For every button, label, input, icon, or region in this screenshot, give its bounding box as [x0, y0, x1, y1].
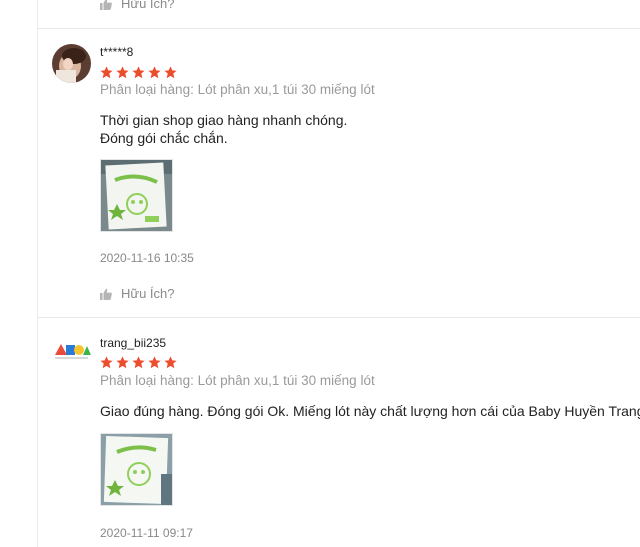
- star-icon: [100, 356, 113, 369]
- star-rating: [100, 66, 177, 79]
- review-divider: [37, 28, 640, 29]
- product-variation: Phân loại hàng: Lót phân xu,1 túi 30 miế…: [100, 373, 375, 388]
- star-icon: [116, 66, 129, 79]
- left-border: [37, 0, 38, 547]
- colorful-shapes-logo-avatar-icon: [52, 333, 91, 372]
- star-icon: [132, 356, 145, 369]
- star-icon: [164, 66, 177, 79]
- review-username[interactable]: trang_bii235: [100, 336, 166, 350]
- helpful-button-previous[interactable]: Hữu Ích?: [100, 0, 175, 11]
- review-photo-thumbnail[interactable]: [100, 433, 173, 506]
- thumbs-up-icon: [100, 0, 112, 10]
- star-icon: [148, 66, 161, 79]
- star-icon: [132, 66, 145, 79]
- user-avatar[interactable]: [52, 44, 91, 83]
- product-photo-icon: [101, 434, 172, 505]
- review-divider: [37, 317, 640, 318]
- star-icon: [100, 66, 113, 79]
- star-icon: [116, 356, 129, 369]
- star-icon: [148, 356, 161, 369]
- review-comment: Giao đúng hàng. Đóng gói Ok. Miếng lót n…: [100, 402, 640, 420]
- review-photo-thumbnail[interactable]: [100, 159, 173, 232]
- helpful-label: Hữu Ích?: [121, 286, 175, 301]
- thumbs-up-icon: [100, 288, 112, 300]
- star-rating: [100, 356, 177, 369]
- review-username[interactable]: t*****8: [100, 45, 133, 59]
- user-avatar[interactable]: [52, 333, 91, 372]
- helpful-button[interactable]: Hữu Ích?: [100, 286, 175, 301]
- comment-line: Đóng gói chắc chắn.: [100, 130, 228, 146]
- product-photo-icon: [101, 160, 172, 231]
- product-variation: Phân loại hàng: Lót phân xu,1 túi 30 miế…: [100, 82, 375, 97]
- review-date: 2020-11-11 09:17: [100, 526, 193, 540]
- helpful-label: Hữu Ích?: [121, 0, 175, 11]
- person-photo-avatar-icon: [52, 44, 91, 83]
- review-comment: Thời gian shop giao hàng nhanh chóng. Đó…: [100, 111, 347, 147]
- comment-line: Thời gian shop giao hàng nhanh chóng.: [100, 112, 348, 128]
- review-date: 2020-11-16 10:35: [100, 251, 194, 265]
- star-icon: [164, 356, 177, 369]
- comment-line: Giao đúng hàng. Đóng gói Ok. Miếng lót n…: [100, 403, 640, 419]
